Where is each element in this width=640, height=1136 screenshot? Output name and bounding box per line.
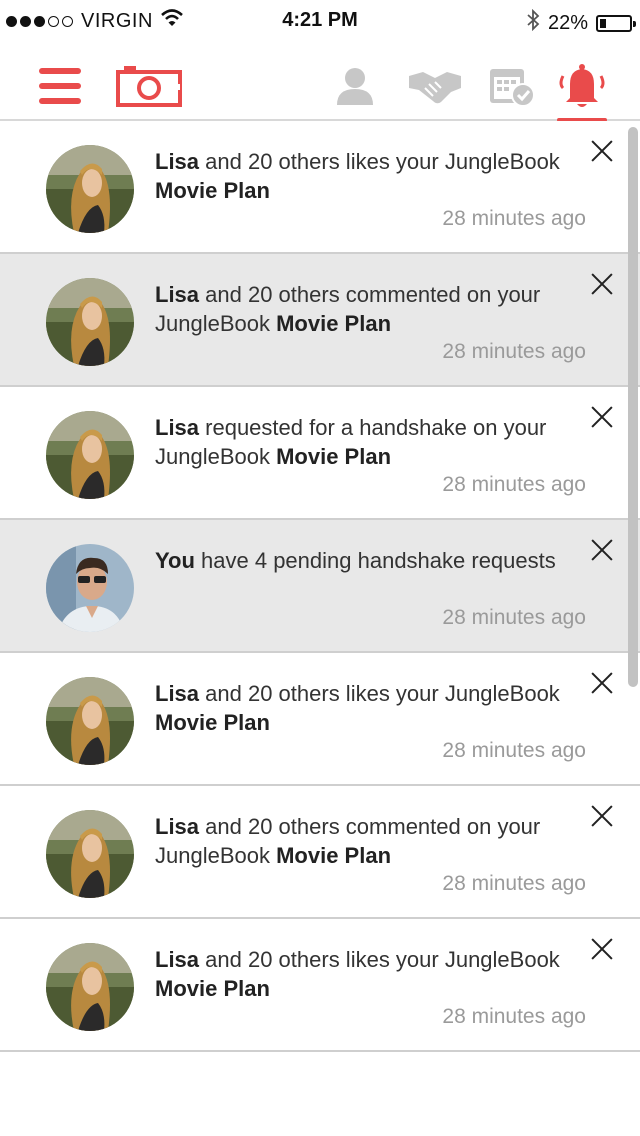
close-icon[interactable] [590,671,614,695]
notification-object: Movie Plan [155,976,270,1001]
notification-message: Lisa and 20 others likes your JungleBook… [155,147,575,205]
avatar [46,145,134,233]
notification-actor: Lisa [155,415,200,440]
bluetooth-icon [526,8,540,37]
notification-item[interactable]: Lisa and 20 others likes your JungleBook… [0,919,640,1052]
close-icon[interactable] [590,405,614,429]
status-bar: VIRGIN 4:21 PM 22% [0,0,640,40]
notification-message: You have 4 pending handshake requests [155,546,575,575]
notification-action: and 20 others likes your JungleBook [199,149,560,174]
top-nav [0,44,640,122]
notification-action: have 4 pending handshake requests [194,548,556,573]
notification-actor: Lisa [155,282,200,307]
notification-message: Lisa and 20 others likes your JungleBook… [155,679,575,737]
notification-item[interactable]: Lisa requested for a handshake on your J… [0,387,640,520]
profile-button[interactable] [334,64,376,108]
notification-message: Lisa and 20 others likes your JungleBook… [155,945,575,1003]
notification-object: Movie Plan [276,843,392,868]
handshake-icon [409,72,461,104]
battery-icon [596,14,636,32]
notification-time: 28 minutes ago [442,207,586,230]
notification-actor: Lisa [155,149,200,174]
notification-actor: Lisa [155,814,200,839]
notification-time: 28 minutes ago [442,739,586,762]
avatar [46,411,134,499]
notification-time: 28 minutes ago [442,1005,586,1028]
person-icon [337,68,373,105]
camera-icon [116,66,182,107]
bell-icon [559,64,605,107]
calendar-check-icon [490,69,535,107]
notification-object: Movie Plan [155,178,270,203]
calendar-button[interactable] [487,64,537,108]
handshake-button[interactable] [406,64,464,108]
close-icon[interactable] [590,272,614,296]
notification-item[interactable]: Lisa and 20 others likes your JungleBook… [0,653,640,786]
avatar [46,943,134,1031]
notification-object: Movie Plan [276,311,392,336]
scrollbar[interactable] [628,127,638,687]
close-icon[interactable] [590,804,614,828]
battery-percentage: 22% [547,11,588,34]
notification-time: 28 minutes ago [442,473,586,496]
notification-message: Lisa and 20 others commented on your Jun… [155,280,575,338]
avatar [46,544,134,632]
notification-actor: Lisa [155,947,200,972]
notification-item[interactable]: Lisa and 20 others likes your JungleBook… [0,121,640,254]
notification-actor: You [155,548,195,573]
avatar [46,810,134,898]
battery-level [600,18,607,28]
notification-actor: Lisa [155,681,200,706]
notification-object: Movie Plan [155,710,270,735]
notification-list: Lisa and 20 others likes your JungleBook… [0,121,640,1052]
close-icon[interactable] [590,538,614,562]
notification-object: Movie Plan [276,444,392,469]
camera-button[interactable] [114,64,184,108]
notification-item[interactable]: Lisa and 20 others commented on your Jun… [0,786,640,919]
menu-button[interactable] [36,64,84,108]
notification-time: 28 minutes ago [442,606,586,629]
notifications-button[interactable] [556,64,608,108]
notification-message: Lisa requested for a handshake on your J… [155,413,575,471]
notification-action: and 20 others likes your JungleBook [199,681,560,706]
notification-action: and 20 others likes your JungleBook [199,947,560,972]
close-icon[interactable] [590,139,614,163]
notification-item[interactable]: Lisa and 20 others commented on your Jun… [0,254,640,387]
avatar [46,677,134,765]
notification-item[interactable]: You have 4 pending handshake requests 28… [0,520,640,653]
avatar [46,278,134,366]
notification-message: Lisa and 20 others commented on your Jun… [155,812,575,870]
close-icon[interactable] [590,937,614,961]
notification-time: 28 minutes ago [442,872,586,895]
menu-icon [39,68,81,104]
notification-time: 28 minutes ago [442,340,586,363]
